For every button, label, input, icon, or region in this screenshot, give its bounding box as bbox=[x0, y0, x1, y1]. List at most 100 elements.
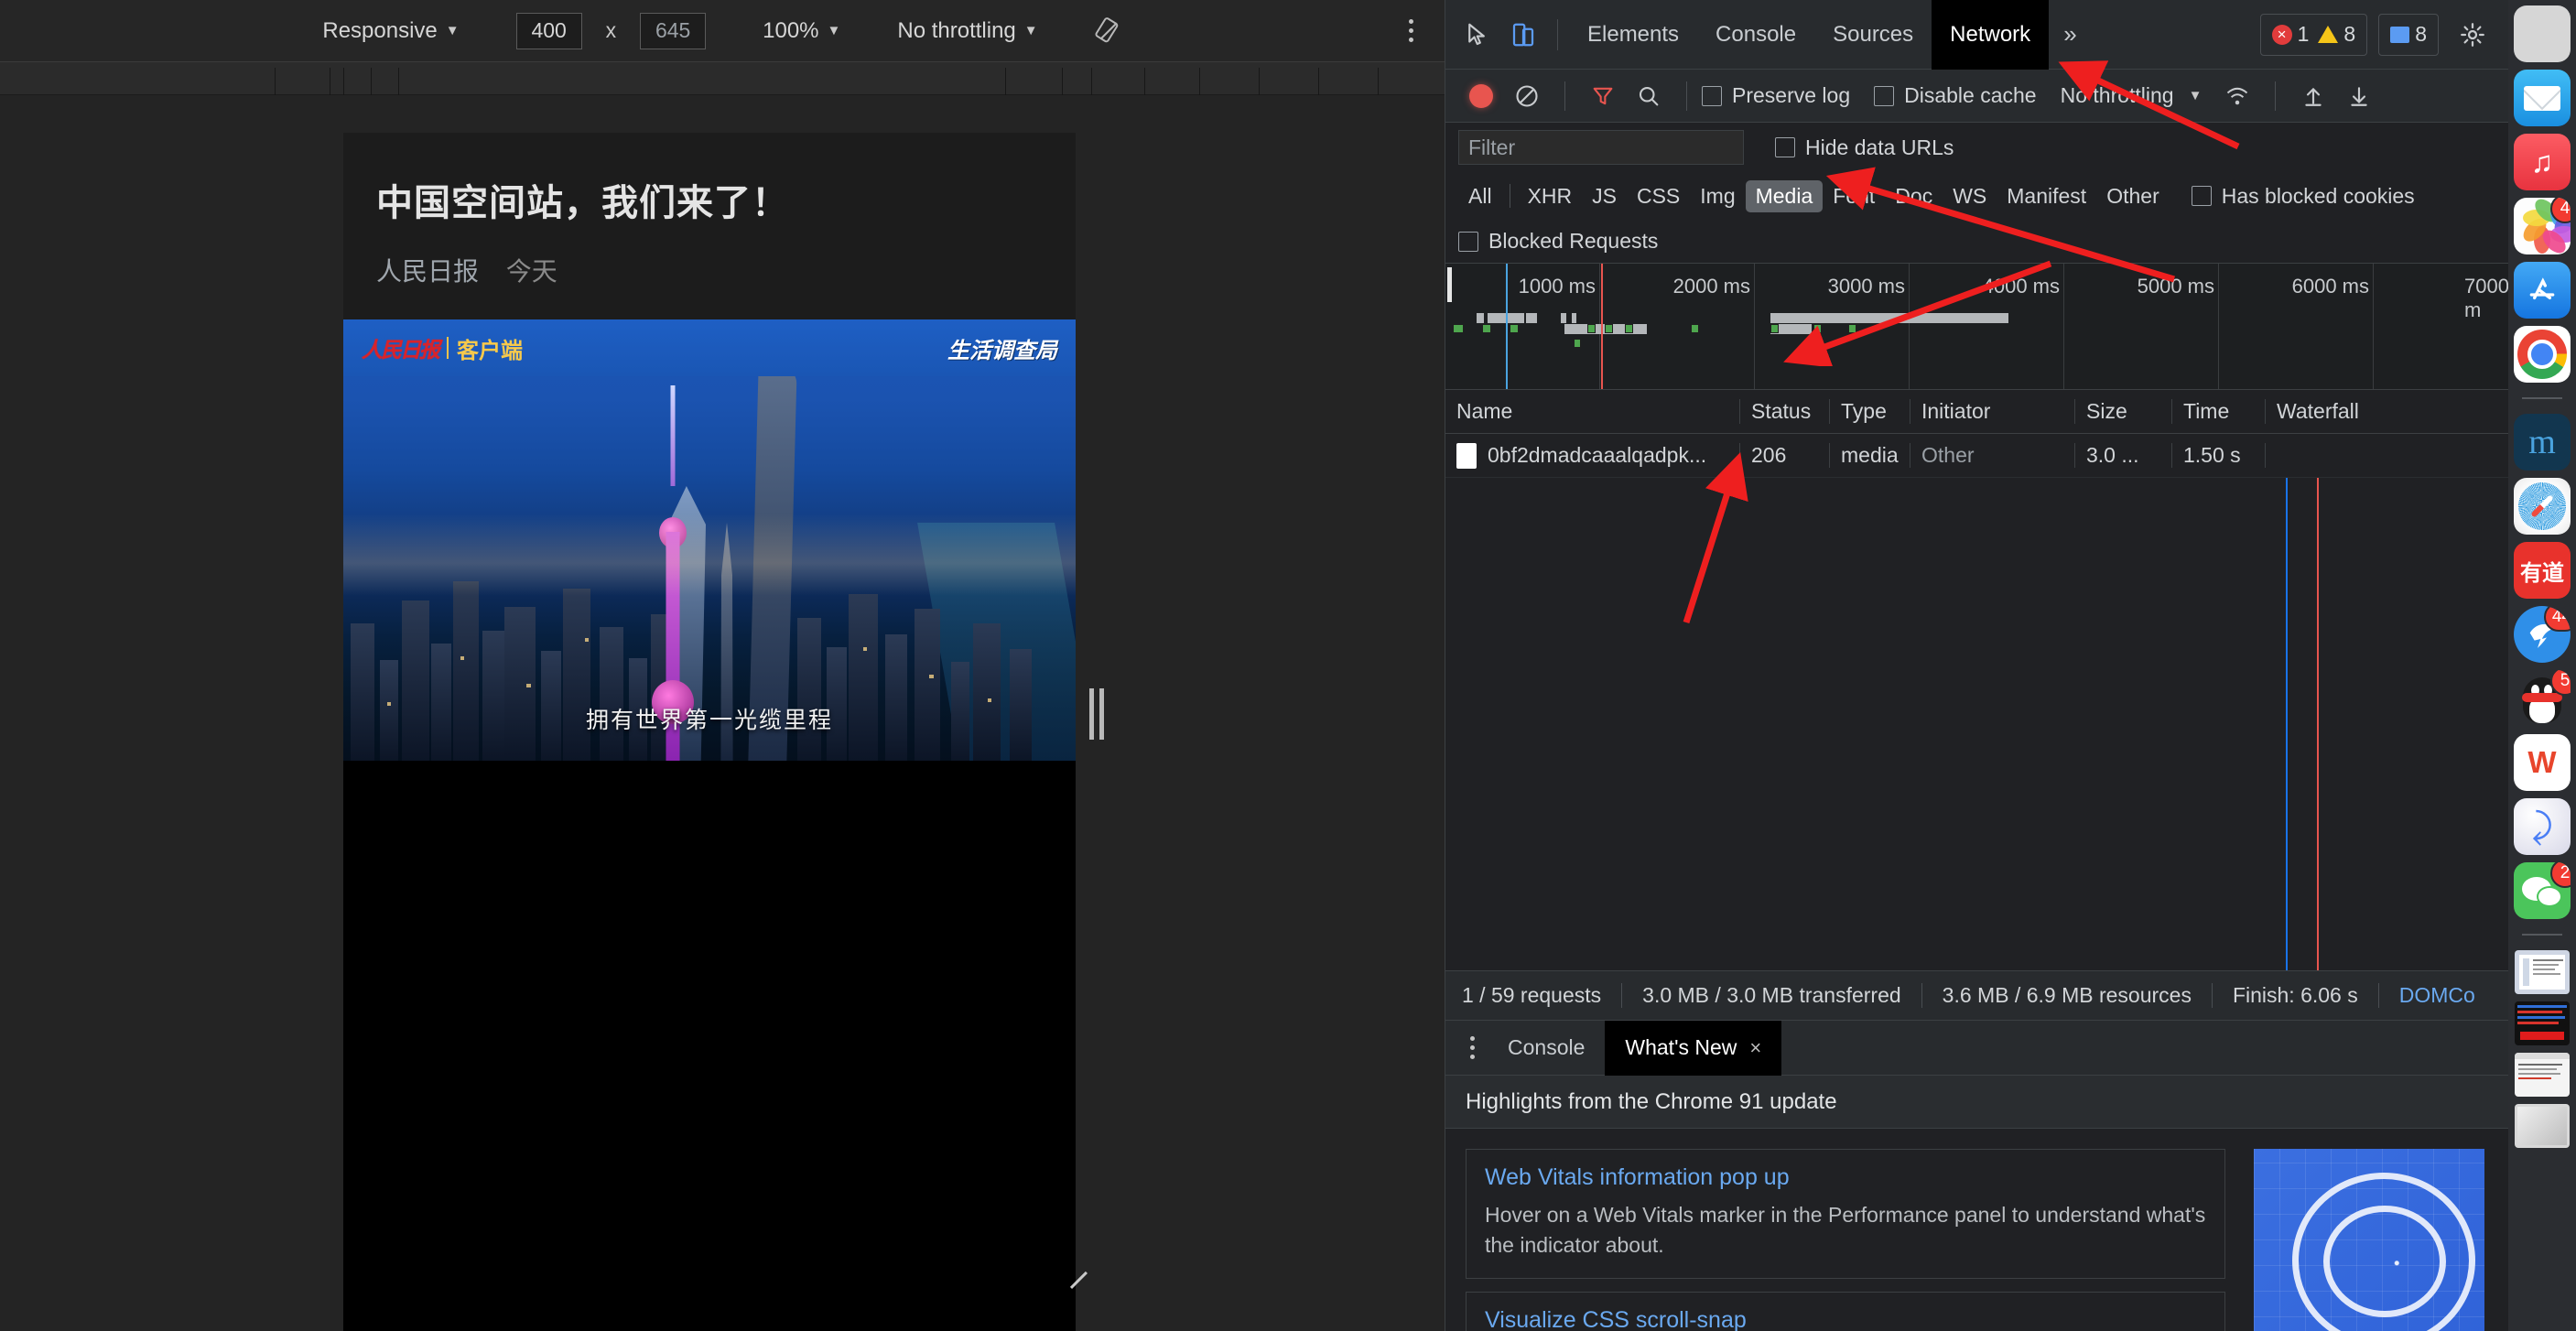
column-header-size[interactable]: Size bbox=[2075, 399, 2172, 424]
dock-app-app-store[interactable] bbox=[2514, 262, 2571, 319]
dock-app-dingtalk[interactable]: 44 bbox=[2514, 606, 2571, 663]
column-header-waterfall[interactable]: Waterfall bbox=[2266, 399, 2508, 424]
timeline-tick-3: 3000 ms bbox=[1827, 275, 1905, 298]
network-overview-timeline[interactable]: 1000 ms 2000 ms 3000 ms 4000 ms 5000 ms … bbox=[1445, 264, 2508, 390]
drawer-more-button[interactable] bbox=[1456, 1030, 1488, 1066]
whats-new-card-title[interactable]: Web Vitals information pop up bbox=[1485, 1164, 2206, 1191]
network-summary-bar: 1 / 59 requests 3.0 MB / 3.0 MB transfer… bbox=[1445, 970, 2508, 1020]
column-header-name[interactable]: Name bbox=[1445, 399, 1740, 424]
record-stop-icon[interactable] bbox=[1458, 73, 1504, 119]
network-throttling-select[interactable]: No throttling ▼ bbox=[2061, 83, 2203, 108]
preserve-log-checkbox[interactable]: Preserve log bbox=[1702, 83, 1850, 108]
search-icon[interactable] bbox=[1626, 73, 1672, 119]
has-blocked-cookies-checkbox[interactable]: Has blocked cookies bbox=[2191, 184, 2415, 209]
type-filter-xhr[interactable]: XHR bbox=[1518, 180, 1583, 212]
logo-divider bbox=[447, 337, 449, 359]
dock-app-wechat[interactable]: 2 bbox=[2514, 862, 2571, 919]
dock-app-music[interactable]: ♫ bbox=[2514, 134, 2571, 190]
app-root: Responsive ▼ 400 x 645 100% ▼ No throttl… bbox=[0, 0, 2576, 1331]
import-har-icon[interactable] bbox=[2290, 73, 2336, 119]
type-filter-css[interactable]: CSS bbox=[1627, 180, 1690, 212]
dock-minimized-window[interactable] bbox=[2515, 950, 2570, 994]
tab-sources[interactable]: Sources bbox=[1814, 0, 1932, 70]
dock-app-youdao[interactable]: 有道 bbox=[2514, 542, 2571, 599]
type-filter-js[interactable]: JS bbox=[1582, 180, 1627, 212]
gear-icon[interactable] bbox=[2450, 12, 2495, 58]
blocked-requests-checkbox[interactable]: Blocked Requests bbox=[1458, 229, 1658, 254]
drawer-tab-whats-new[interactable]: What's New × bbox=[1605, 1020, 1782, 1076]
export-har-icon[interactable] bbox=[2336, 73, 2382, 119]
dock-app-chrome[interactable] bbox=[2514, 326, 2571, 383]
clear-icon[interactable] bbox=[1504, 73, 1550, 119]
type-filter-doc[interactable]: Doc bbox=[1885, 180, 1943, 212]
checkbox-box bbox=[1775, 137, 1795, 157]
zoom-select[interactable]: 100% ▼ bbox=[763, 18, 840, 44]
dock-app-qq[interactable]: 5 bbox=[2514, 670, 2571, 727]
tab-network[interactable]: Network bbox=[1932, 0, 2050, 70]
dock-app-wps[interactable]: W bbox=[2514, 734, 2571, 791]
close-icon[interactable]: × bbox=[1749, 1036, 1761, 1060]
type-filter-ws[interactable]: WS bbox=[1943, 180, 1997, 212]
timeline-start-marker bbox=[1447, 267, 1452, 302]
device-toolbar-more-button[interactable] bbox=[1397, 15, 1424, 48]
article-video[interactable]: 人民日报 客户端 生活调查局 拥有世界第一光缆里程 bbox=[343, 319, 1076, 761]
rotate-icon[interactable] bbox=[1095, 16, 1122, 45]
device-toolbar-icon[interactable] bbox=[1500, 12, 1546, 58]
throttling-select[interactable]: No throttling ▼ bbox=[897, 18, 1037, 44]
whats-new-card[interactable]: Visualize CSS scroll-snap Toggle the "sc… bbox=[1466, 1292, 2225, 1331]
drawer-tab-console[interactable]: Console bbox=[1488, 1021, 1605, 1076]
type-filter-img[interactable]: Img bbox=[1690, 180, 1745, 212]
request-name-cell[interactable]: 0bf2dmadcaaalqadpk... bbox=[1445, 442, 1740, 469]
dock-app-thunder[interactable]: ⤸ bbox=[2514, 798, 2571, 855]
viewport-width-input[interactable]: 400 bbox=[515, 12, 582, 49]
column-header-type[interactable]: Type bbox=[1830, 399, 1910, 424]
message-counter[interactable]: 8 bbox=[2378, 13, 2439, 56]
dimension-separator: x bbox=[605, 18, 617, 42]
viewport-height-input[interactable]: 645 bbox=[640, 12, 707, 49]
table-row[interactable]: 0bf2dmadcaaalqadpk... 206 media Other 3.… bbox=[1445, 434, 2508, 478]
dock-minimized-window[interactable] bbox=[2515, 1104, 2570, 1148]
type-filter-all[interactable]: All bbox=[1458, 180, 1502, 212]
viewport-width-value: 400 bbox=[531, 18, 567, 42]
filter-input[interactable]: Filter bbox=[1458, 130, 1744, 165]
tab-console[interactable]: Console bbox=[1697, 0, 1814, 70]
dock-minimized-window[interactable] bbox=[2515, 1053, 2570, 1097]
dock-app-m-app[interactable]: m bbox=[2514, 414, 2571, 471]
dock-minimized-window[interactable] bbox=[2515, 1001, 2570, 1045]
viewport-corner-resize-handle[interactable] bbox=[1062, 1248, 1089, 1275]
inspect-cursor-icon[interactable] bbox=[1455, 12, 1500, 58]
issue-counters[interactable]: 1 8 bbox=[2259, 13, 2368, 56]
whats-new-card[interactable]: Web Vitals information pop up Hover on a… bbox=[1466, 1149, 2225, 1280]
dock-app-mail[interactable] bbox=[2514, 70, 2571, 126]
dock-app-launchpad[interactable] bbox=[2514, 5, 2571, 62]
program-name: 生活调查局 bbox=[947, 338, 1057, 363]
timeline-tick-1: 1000 ms bbox=[1518, 275, 1596, 298]
column-header-time[interactable]: Time bbox=[2172, 399, 2266, 424]
drawer-tabbar: Console What's New × bbox=[1445, 1020, 2508, 1076]
warning-icon bbox=[2318, 26, 2339, 43]
device-select[interactable]: Responsive ▼ bbox=[322, 18, 459, 44]
type-filter-other[interactable]: Other bbox=[2096, 180, 2170, 212]
type-filter-media[interactable]: Media bbox=[1745, 179, 1824, 212]
envelope-icon bbox=[2524, 85, 2560, 111]
viewport-resize-handle[interactable] bbox=[1086, 96, 1108, 1331]
filter-funnel-icon[interactable] bbox=[1580, 73, 1626, 119]
type-filter-font[interactable]: Font bbox=[1823, 180, 1885, 212]
chevron-down-icon: ▼ bbox=[2188, 88, 2203, 103]
warning-counter[interactable]: 8 bbox=[2318, 22, 2355, 47]
disable-cache-checkbox[interactable]: Disable cache bbox=[1874, 83, 2037, 108]
page-title: 中国空间站，我们来了！ bbox=[376, 183, 789, 223]
dock-app-safari[interactable] bbox=[2514, 478, 2571, 535]
more-tabs-button[interactable]: » bbox=[2049, 0, 2091, 70]
device-viewport[interactable]: 中国空间站，我们来了！ 人民日报 今天 人民日报 客户端 生活调查局 拥有世界第… bbox=[343, 133, 1076, 1331]
network-conditions-icon[interactable] bbox=[2214, 73, 2260, 119]
hide-data-urls-checkbox[interactable]: Hide data URLs bbox=[1775, 135, 1954, 160]
app-store-icon bbox=[2529, 277, 2555, 299]
column-header-status[interactable]: Status bbox=[1740, 399, 1830, 424]
tab-elements[interactable]: Elements bbox=[1569, 0, 1697, 70]
type-filter-manifest[interactable]: Manifest bbox=[1997, 180, 2096, 212]
whats-new-card-title[interactable]: Visualize CSS scroll-snap bbox=[1485, 1307, 2206, 1331]
dock-app-photos[interactable]: 4 bbox=[2514, 198, 2571, 254]
error-counter[interactable]: 1 bbox=[2271, 22, 2309, 47]
column-header-initiator[interactable]: Initiator bbox=[1910, 399, 2075, 424]
